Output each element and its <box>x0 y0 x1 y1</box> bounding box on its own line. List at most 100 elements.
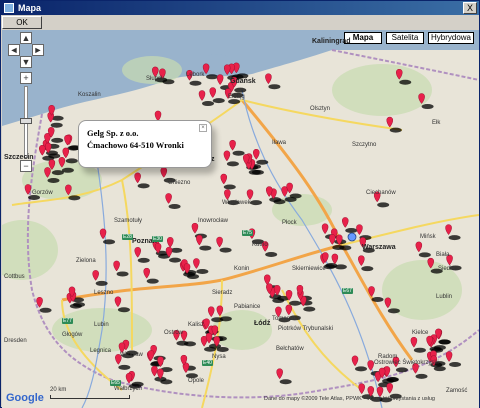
marker-shadow <box>160 379 173 385</box>
place-label: Dresden <box>4 338 27 344</box>
place-label: Kaliningrad <box>312 38 351 45</box>
pan-down-icon[interactable]: ▼ <box>20 56 32 68</box>
place-label: Zamość <box>446 388 468 394</box>
map-view[interactable]: ▲ ◄ ► ▼ + − Mapa Satelita Hybrydowa Kali… <box>2 30 479 408</box>
marker-shadow <box>117 307 130 313</box>
marker-shadow <box>433 366 446 372</box>
marker-shadow <box>50 122 63 128</box>
map-type-hybrid-button[interactable]: Hybrydowa <box>428 32 474 44</box>
road-shield: E65 <box>110 380 121 386</box>
marker-shadow <box>118 364 131 370</box>
marker-shadow <box>168 203 181 209</box>
place-label: Ostrowiec Świętokrzyski <box>374 360 439 366</box>
marker-shadow <box>232 150 245 156</box>
marker-shadow <box>68 195 81 201</box>
road-shield: E75 <box>242 230 253 236</box>
google-logo: Google <box>6 392 44 404</box>
location-pin-icon <box>347 232 357 242</box>
place-label: Ciechanów <box>366 190 396 196</box>
marker-shadow <box>361 266 374 272</box>
place-label: Zielona <box>76 258 96 264</box>
marker-shadow <box>202 101 215 107</box>
place-label: Gdańsk <box>230 78 256 85</box>
marker-shadow <box>355 366 368 372</box>
place-label: Ełk <box>432 120 441 126</box>
marker-shadow <box>65 158 78 164</box>
marker-shadow <box>256 159 269 165</box>
place-label: Bełchatów <box>276 346 304 352</box>
place-label: Konin <box>234 266 250 272</box>
place-label: Tomaszów <box>272 316 301 322</box>
marker-shadow <box>103 239 116 245</box>
place-label: Wałbrzych <box>114 386 142 392</box>
marker-shadow <box>137 257 150 263</box>
zoom-out-button[interactable]: − <box>20 160 32 172</box>
road-shield: E77 <box>62 318 73 324</box>
zoom-in-button[interactable]: + <box>20 72 32 84</box>
marker-shadow <box>332 244 345 250</box>
info-window-close-button[interactable]: × <box>199 124 207 132</box>
marker-shadow <box>206 74 219 80</box>
marker-shadow <box>325 263 338 269</box>
place-label: Wrocław <box>120 352 143 358</box>
road-shield: E30 <box>152 236 163 242</box>
marker-shadow <box>196 269 209 275</box>
marker-shadow <box>387 308 400 314</box>
place-label: Gniezno <box>168 180 191 186</box>
window-title: Mapa <box>18 3 42 13</box>
marker-shadow <box>415 373 428 379</box>
road-shield: E67 <box>342 288 353 294</box>
marker-shadow <box>303 306 316 312</box>
place-label: Mińsk <box>420 234 436 240</box>
ok-button[interactable]: OK <box>2 16 42 29</box>
pan-left-icon[interactable]: ◄ <box>8 44 20 56</box>
place-label: Legnica <box>90 348 112 354</box>
title-bar: Mapa X <box>1 1 479 15</box>
place-label: Szamotuły <box>114 218 143 224</box>
place-label: Kutno <box>252 242 268 248</box>
marker-shadow <box>449 362 462 368</box>
place-label: Gorzów <box>32 190 53 196</box>
marker-shadow <box>116 271 129 277</box>
info-window: × Gelg Sp. z o.o. Ćmachowo 64-510 Wronki <box>78 120 212 168</box>
place-label: Łódź <box>254 320 271 327</box>
pan-right-icon[interactable]: ► <box>32 44 44 56</box>
map-canvas[interactable] <box>2 30 479 408</box>
pan-up-icon[interactable]: ▲ <box>20 32 32 44</box>
marker-shadow <box>212 98 225 104</box>
marker-shadow <box>382 378 395 384</box>
road-shield: E28 <box>122 234 133 240</box>
marker-shadow <box>219 247 232 253</box>
place-label: Olsztyn <box>310 106 331 112</box>
marker-shadow <box>169 257 182 263</box>
place-label: Opole <box>188 378 205 384</box>
scale-label: 20 km <box>50 387 67 393</box>
marker-shadow <box>371 296 384 302</box>
marker-shadow <box>39 307 52 313</box>
marker-shadow <box>187 274 200 280</box>
marker-shadow <box>438 339 451 345</box>
place-label: Sieradz <box>212 290 233 296</box>
marker-shadow <box>216 346 229 352</box>
marker-shadow <box>72 302 85 308</box>
place-label: Kalisz <box>188 322 205 328</box>
place-label: Włocławek <box>222 200 251 206</box>
marker-shadow <box>265 251 278 257</box>
forest-area <box>332 64 432 116</box>
place-label: Warszawa <box>362 244 396 251</box>
marker-shadow <box>448 235 461 241</box>
marker-shadow <box>413 347 426 353</box>
place-label: Skierniewice <box>292 266 326 272</box>
place-label: Pabianice <box>234 304 261 310</box>
map-type-satellite-button[interactable]: Satelita <box>386 32 424 44</box>
zoom-slider-handle[interactable] <box>20 118 32 124</box>
place-label: Piotrków Trybunalski <box>278 326 334 332</box>
close-button[interactable]: X <box>463 2 477 14</box>
map-copyright[interactable]: Dane do mapy ©2009 Tele Atlas, PPWK - Wa… <box>264 396 435 402</box>
marker-shadow <box>176 340 189 346</box>
place-label: Kielce <box>412 330 429 336</box>
place-label: Nysa <box>212 354 226 360</box>
marker-shadow <box>146 278 159 284</box>
marker-shadow <box>395 367 408 373</box>
marker-shadow <box>199 245 212 251</box>
